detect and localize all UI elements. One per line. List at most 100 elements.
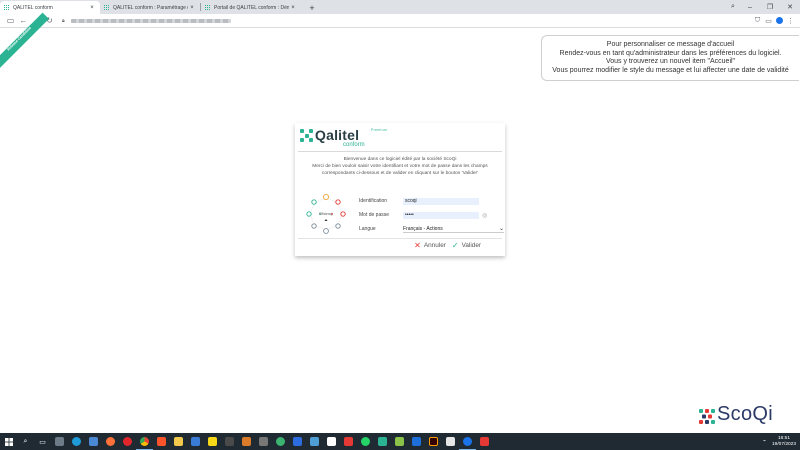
chrome-profile-icon[interactable] — [459, 433, 476, 450]
qalitel-favicon-icon — [104, 4, 110, 11]
brand-name: ScoQi — [717, 403, 773, 425]
sticky-notes-icon[interactable] — [204, 433, 221, 450]
opera-icon[interactable] — [119, 433, 136, 450]
firefox-icon[interactable] — [102, 433, 119, 450]
tab-close-icon[interactable]: × — [289, 5, 297, 11]
welcome-line: Vous pourrez modifier le style du messag… — [552, 66, 789, 74]
app-icon[interactable] — [221, 433, 238, 450]
clock-date: 19/07/2023 — [771, 441, 796, 447]
app-icon[interactable] — [391, 433, 408, 450]
tab-qalitel-conform[interactable]: QALITEL conform × — [0, 1, 100, 14]
new-tab-button[interactable]: + — [305, 3, 319, 13]
scoqi-logo: ScoQi — [698, 403, 798, 427]
clock[interactable]: 16:51 19/07/2023 — [772, 436, 796, 448]
efficiency-cycle-icon: Efficiency — [306, 193, 346, 234]
identification-label: Identification — [359, 198, 388, 204]
calculator-icon[interactable] — [51, 433, 68, 450]
form-actions: ✕ Annuler ✓ Valider — [414, 241, 481, 250]
app-icon[interactable] — [272, 433, 289, 450]
language-label: Langue — [359, 226, 376, 232]
tab-close-icon[interactable]: × — [88, 5, 96, 11]
tab-title: Portail de QALITEL conform : Démo... — [214, 4, 289, 11]
login-card: Qalitel conform Premium Bienvenue dans c… — [295, 123, 505, 256]
login-form: Identification scoqi Mot de passe ••••• … — [359, 194, 504, 236]
tab-search-icon[interactable]: ⌕ — [726, 3, 740, 11]
qalitel-mark-icon — [300, 129, 313, 142]
sidebar-icon[interactable]: ▭ — [4, 16, 17, 25]
task-view-icon[interactable]: ▭ — [34, 433, 51, 450]
close-window-button[interactable]: ✕ — [780, 3, 800, 11]
start-button[interactable] — [0, 433, 17, 450]
welcome-line: Vous y trouverez un nouvel item "Accueil… — [605, 58, 736, 66]
toolbar-actions: ⛉ ▭ ⋮ — [752, 17, 796, 25]
scoqi-mark-icon — [699, 409, 715, 424]
cancel-button[interactable]: ✕ Annuler — [414, 241, 446, 250]
search-icon[interactable]: ⌕ — [17, 433, 34, 450]
intro-line: Merci de bien vouloir saisir votre ident… — [312, 164, 488, 169]
minimize-button[interactable]: – — [740, 4, 760, 11]
shield-icon[interactable]: ⛉ — [752, 17, 763, 25]
intro-text: Bienvenue dans ce logiciel édité par la … — [299, 156, 501, 177]
password-row: Mot de passe ••••• ◎ — [359, 208, 504, 222]
app-icon[interactable] — [476, 433, 493, 450]
cycle-center-label: Efficiency — [319, 212, 333, 216]
check-icon: ✓ — [451, 241, 459, 250]
language-select[interactable]: Français - Actions ⌄ — [403, 225, 504, 233]
chrome-icon[interactable] — [136, 433, 153, 450]
tab-portail[interactable]: Portail de QALITEL conform : Démo... × — [201, 1, 301, 14]
tab-title: QALITEL conform : Paramétrage du... — [113, 4, 188, 11]
edition-label: Premium — [371, 128, 388, 132]
app-icon[interactable] — [306, 433, 323, 450]
explorer-icon[interactable] — [170, 433, 187, 450]
network-icon[interactable]: ⌁ — [763, 439, 766, 444]
app-icon[interactable] — [323, 433, 340, 450]
tab-close-icon[interactable]: × — [188, 5, 196, 11]
edge-icon[interactable] — [68, 433, 85, 450]
password-input[interactable]: ••••• — [403, 211, 479, 219]
bluetooth-icon[interactable] — [289, 433, 306, 450]
divider — [298, 151, 502, 152]
url-blurred — [70, 18, 231, 23]
identification-row: Identification scoqi — [359, 194, 504, 208]
validate-button[interactable]: ✓ Valider — [452, 241, 481, 250]
windows-taskbar: ⌕ ▭ ⌁ 16:51 19/07/2023 — [0, 433, 800, 450]
validate-label: Valider — [461, 242, 481, 249]
qalitel-favicon-icon — [4, 4, 10, 11]
tab-title: QALITEL conform — [13, 4, 53, 11]
language-row: Langue Français - Actions ⌄ — [359, 222, 504, 236]
brave-icon[interactable] — [153, 433, 170, 450]
intro-line: Bienvenue dans ce logiciel édité par la … — [343, 157, 457, 162]
store-icon[interactable] — [85, 433, 102, 450]
profile-avatar[interactable] — [776, 17, 783, 24]
browser-tab-strip: QALITEL conform × QALITEL conform : Para… — [0, 0, 800, 14]
whatsapp-icon[interactable] — [357, 433, 374, 450]
browser-menu-icon[interactable]: ⋮ — [785, 17, 796, 25]
show-password-icon[interactable]: ◎ — [482, 212, 487, 219]
welcome-message-box: Pour personnaliser ce message d'accueil … — [541, 35, 799, 81]
cancel-label: Annuler — [423, 242, 446, 249]
password-label: Mot de passe — [359, 212, 390, 218]
restore-button[interactable]: ❐ — [760, 3, 780, 11]
welcome-line: Pour personnaliser ce message d'accueil — [606, 41, 735, 48]
app-icon[interactable] — [340, 433, 357, 450]
app-icon[interactable] — [187, 433, 204, 450]
lock-icon[interactable]: 🔒︎ — [62, 18, 65, 24]
divider — [298, 238, 502, 239]
intro-line: correspondants ci-dessous et de valider … — [321, 171, 479, 176]
logo-subtitle: conform — [343, 142, 365, 148]
illustrator-icon[interactable] — [425, 433, 442, 450]
identification-input[interactable]: scoqi — [403, 197, 479, 205]
window-controls: ⌕ – ❐ ✕ — [726, 0, 800, 14]
app-icon[interactable] — [238, 433, 255, 450]
app-icon[interactable] — [374, 433, 391, 450]
system-tray: ⌁ 16:51 19/07/2023 — [763, 433, 796, 450]
browser-toolbar: ▭ ← → ↻ 🔒︎ ⛉ ▭ ⋮ — [0, 14, 800, 28]
address-bar[interactable]: 🔒︎ — [62, 16, 752, 26]
back-button[interactable]: ← — [17, 16, 30, 25]
tab-parametrage[interactable]: QALITEL conform : Paramétrage du... × — [100, 1, 200, 14]
app-icon[interactable] — [408, 433, 425, 450]
app-icon[interactable] — [255, 433, 272, 450]
reading-list-icon[interactable]: ▭ — [763, 17, 774, 25]
app-icon[interactable] — [442, 433, 459, 450]
welcome-line: Rendez-vous en tant qu'administrateur da… — [559, 49, 782, 57]
